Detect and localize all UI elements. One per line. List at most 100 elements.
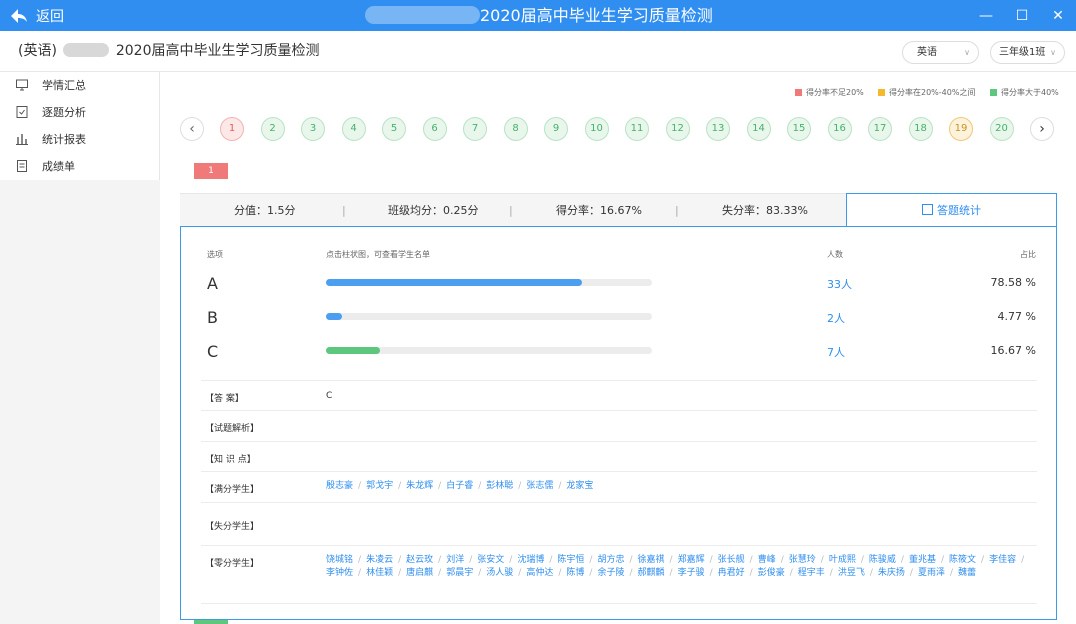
zero-score-student-link[interactable]: 林佳颖 xyxy=(366,568,393,578)
question-number-18[interactable]: 18 xyxy=(908,117,933,141)
crumb-subject: (英语) xyxy=(18,43,57,59)
zero-score-student-link[interactable]: 郭晨宇 xyxy=(446,568,473,578)
zero-score-student-link[interactable]: 李佳容 xyxy=(989,555,1016,565)
option-count-link[interactable]: 33人 xyxy=(827,276,852,292)
zero-score-student-link[interactable]: 张长舰 xyxy=(718,555,745,565)
question-number-16[interactable]: 16 xyxy=(827,117,852,141)
full-score-student-link[interactable]: 郭戈宇 xyxy=(366,481,393,491)
question-number-17[interactable]: 17 xyxy=(868,117,892,141)
zero-score-student-link[interactable]: 高仲达 xyxy=(526,568,553,578)
question-number-20[interactable]: 20 xyxy=(989,117,1014,141)
name-separator: / xyxy=(558,481,562,491)
zero-score-student-link[interactable]: 沈瑞博 xyxy=(517,555,544,565)
minimize-icon[interactable]: — xyxy=(968,0,1004,31)
zero-score-student-link[interactable]: 魏蕾 xyxy=(958,568,976,578)
name-separator: / xyxy=(629,568,633,578)
zero-score-student-link[interactable]: 张安文 xyxy=(477,555,504,565)
redacted-area xyxy=(63,43,110,57)
zero-score-student-link[interactable]: 叶成熙 xyxy=(829,555,856,565)
zero-score-student-link[interactable]: 李钟佐 xyxy=(326,568,353,578)
sidebar-item-scorecard[interactable]: 成绩单 xyxy=(16,153,75,179)
question-number-10[interactable]: 10 xyxy=(584,117,609,141)
zero-score-student-link[interactable]: 赵云玫 xyxy=(406,555,433,565)
zero-score-student-link[interactable]: 刘洋 xyxy=(446,555,464,565)
zero-score-student-link[interactable]: 彭俊豪 xyxy=(758,568,785,578)
option-count-link[interactable]: 2人 xyxy=(827,310,845,326)
option-bar[interactable] xyxy=(326,279,652,286)
zero-score-student-link[interactable]: 唐启麒 xyxy=(406,568,433,578)
question-number-7[interactable]: 7 xyxy=(463,117,487,141)
question-number-3[interactable]: 3 xyxy=(301,117,325,141)
question-number-4[interactable]: 4 xyxy=(341,117,366,141)
document-icon xyxy=(17,160,27,172)
full-score-student-link[interactable]: 殷志豪 xyxy=(326,481,353,491)
legend-low: 得分率不足20% xyxy=(795,87,864,98)
question-number-14[interactable]: 14 xyxy=(746,117,771,141)
name-separator: / xyxy=(669,555,673,565)
question-number-13[interactable]: 13 xyxy=(706,117,730,141)
zero-score-student-link[interactable]: 程宇丰 xyxy=(798,568,825,578)
sidebar-item-question-analysis[interactable]: 逐题分析 xyxy=(16,99,86,125)
full-score-student-link[interactable]: 朱龙辉 xyxy=(406,481,433,491)
zero-score-student-link[interactable]: 冉君好 xyxy=(718,568,745,578)
class-select[interactable]: 三年级1班 ∨ xyxy=(990,41,1065,64)
option-bar[interactable] xyxy=(326,347,652,354)
divider xyxy=(201,502,1037,503)
zero-score-student-link[interactable]: 张慧玲 xyxy=(789,555,816,565)
zero-score-student-link[interactable]: 朱凌云 xyxy=(366,555,393,565)
maximize-icon[interactable]: ☐ xyxy=(1004,0,1040,31)
back-button[interactable]: 返回 xyxy=(10,0,64,31)
tab-answer-stats[interactable]: 答题统计 xyxy=(846,193,1057,227)
title-bar: 返回 2020届高中毕业生学习质量检测 — ☐ ✕ xyxy=(0,0,1076,31)
full-score-student-link[interactable]: 龙家宝 xyxy=(566,481,593,491)
name-separator: / xyxy=(820,555,824,565)
zero-score-student-link[interactable]: 陈宇恒 xyxy=(557,555,584,565)
question-number-6[interactable]: 6 xyxy=(422,117,447,141)
zero-score-student-link[interactable]: 董兆基 xyxy=(909,555,936,565)
question-number-11[interactable]: 11 xyxy=(625,117,649,141)
prev-arrow-icon[interactable]: ‹ xyxy=(180,117,204,141)
question-number-2[interactable]: 2 xyxy=(260,117,285,141)
name-separator: / xyxy=(438,481,442,491)
zero-score-student-link[interactable]: 曹峰 xyxy=(758,555,776,565)
question-number-5[interactable]: 5 xyxy=(382,117,406,141)
zero-score-student-link[interactable]: 陈骏威 xyxy=(869,555,896,565)
question-number-19[interactable]: 19 xyxy=(949,117,973,141)
column-header-count: 人数 xyxy=(827,250,843,259)
question-number-9[interactable]: 9 xyxy=(544,117,568,141)
option-bar[interactable] xyxy=(326,313,652,320)
question-number-15[interactable]: 15 xyxy=(787,117,811,141)
zero-score-student-link[interactable]: 陈博 xyxy=(566,568,584,578)
zero-score-student-link[interactable]: 徐嘉祺 xyxy=(638,555,665,565)
next-arrow-icon[interactable]: › xyxy=(1030,117,1054,141)
question-number-8[interactable]: 8 xyxy=(503,117,528,141)
zero-score-student-link[interactable]: 饶城铭 xyxy=(326,555,353,565)
zero-score-student-link[interactable]: 洪昱飞 xyxy=(838,568,865,578)
sidebar-item-summary[interactable]: 学情汇总 xyxy=(16,72,86,98)
sidebar-item-reports[interactable]: 统计报表 xyxy=(16,126,86,152)
zero-score-student-link[interactable]: 汤人骏 xyxy=(486,568,513,578)
option-count-link[interactable]: 7人 xyxy=(827,344,845,360)
question-stats: 分值：1.5分 | 班级均分：0.25分 | 得分率：16.67% | 失分率：… xyxy=(180,193,846,227)
zero-score-student-link[interactable]: 陈筱文 xyxy=(949,555,976,565)
full-score-student-link[interactable]: 张志儒 xyxy=(526,481,553,491)
full-score-student-link[interactable]: 彭林聪 xyxy=(486,481,513,491)
zero-score-student-link[interactable]: 朱庆扬 xyxy=(878,568,905,578)
legend-mid: 得分率在20%-40%之间 xyxy=(878,87,975,98)
subject-select[interactable]: 英语 ∨ xyxy=(902,41,979,64)
zero-score-student-link[interactable]: 余子陵 xyxy=(597,568,624,578)
question-number-12[interactable]: 12 xyxy=(665,117,690,141)
zero-score-student-link[interactable]: 郝麒麟 xyxy=(638,568,665,578)
answer-value: C xyxy=(326,391,333,401)
close-icon[interactable]: ✕ xyxy=(1040,0,1076,31)
name-separator: / xyxy=(709,555,713,565)
question-number-1[interactable]: 1 xyxy=(220,117,244,141)
zero-score-student-link[interactable]: 李子骏 xyxy=(678,568,705,578)
divider xyxy=(201,441,1037,442)
zero-score-student-link[interactable]: 胡方忠 xyxy=(597,555,624,565)
bar-chart-icon xyxy=(16,134,28,145)
full-score-student-link[interactable]: 白子睿 xyxy=(446,481,473,491)
option-bar-fill xyxy=(326,347,381,354)
zero-score-student-link[interactable]: 夏雨泽 xyxy=(918,568,945,578)
zero-score-student-link[interactable]: 郑嘉辉 xyxy=(678,555,705,565)
